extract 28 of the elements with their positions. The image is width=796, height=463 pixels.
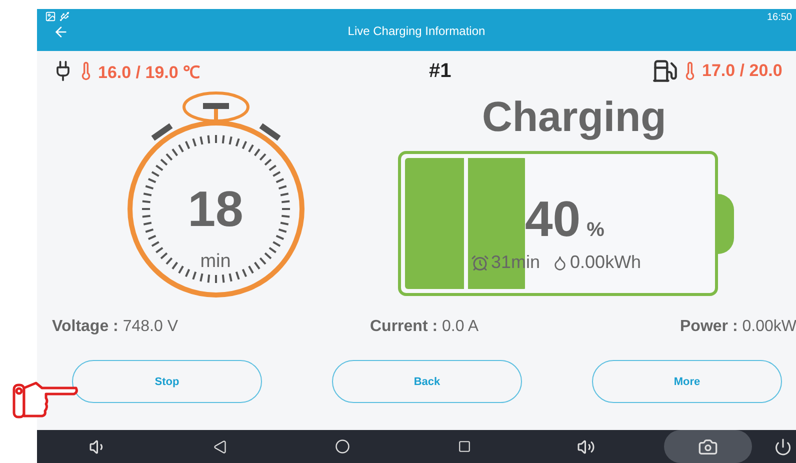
back-arrow-icon[interactable] <box>53 24 69 40</box>
charging-station-icon <box>652 58 678 84</box>
charger-temperature: 17.0 / 20.0 <box>702 61 782 81</box>
image-icon <box>45 11 56 22</box>
elapsed-minutes: 18 <box>188 180 244 238</box>
action-button[interactable]: Back <box>332 360 522 403</box>
back-icon[interactable] <box>213 440 227 454</box>
charging-status: Charging <box>482 92 666 142</box>
screenshot-button[interactable] <box>664 430 752 463</box>
camera-icon <box>698 436 718 456</box>
droplet-icon <box>552 254 568 270</box>
reading-text: Current : 0.0 A <box>370 318 480 337</box>
recent-apps-icon[interactable] <box>458 440 470 453</box>
reading-text: Voltage : 748.0 V <box>52 318 179 337</box>
action-button[interactable]: More <box>592 360 782 403</box>
energy-value: 0.00kWh <box>570 252 642 273</box>
usb-icon <box>59 11 70 22</box>
connector-temperature: 16.0 / 19.0 ℃ <box>98 62 200 82</box>
home-icon[interactable] <box>334 439 350 454</box>
charge-percent: 40 <box>525 190 581 248</box>
alarm-clock-icon <box>471 254 489 272</box>
minutes-unit: min <box>200 251 231 273</box>
power-icon[interactable] <box>774 438 792 456</box>
percent-sign: % <box>586 219 604 242</box>
screen-title: Live Charging Information <box>348 24 486 40</box>
charger-number: #1 <box>428 60 452 82</box>
clock-time: 16:50 <box>766 12 792 23</box>
volume-up-icon[interactable] <box>577 438 595 456</box>
